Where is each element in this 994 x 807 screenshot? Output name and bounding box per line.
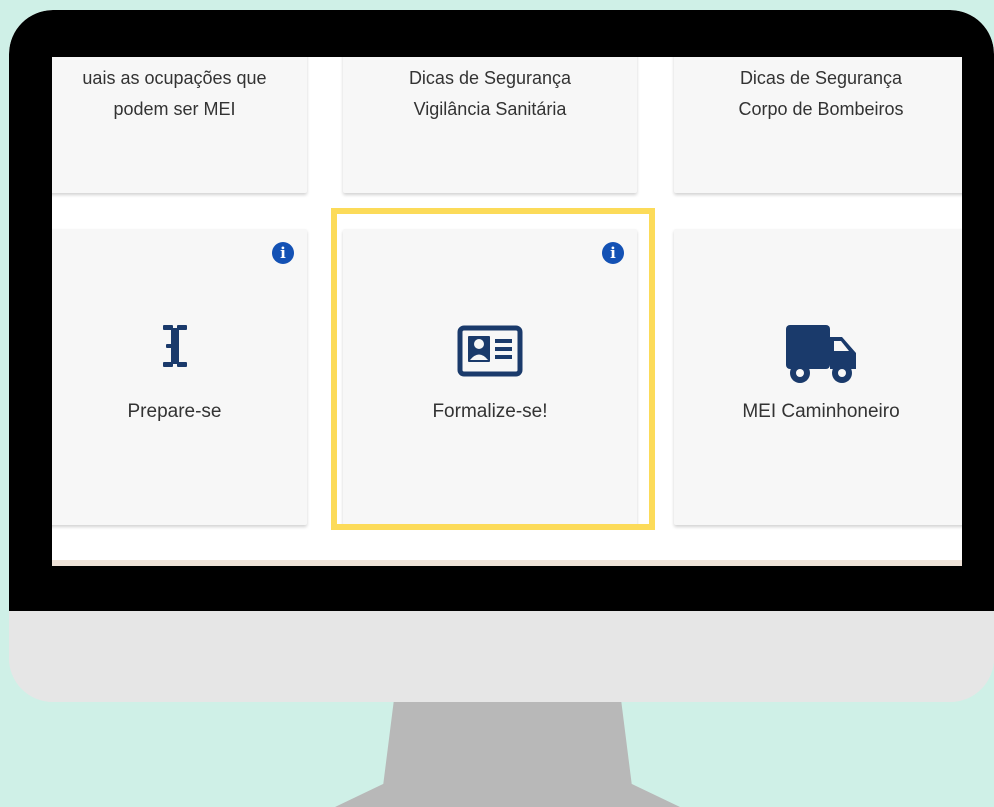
desktop-background: uais as ocupações que podem ser MEI Dica… (0, 0, 994, 807)
tools-icon (162, 325, 187, 367)
page-bottom-strip (52, 560, 962, 566)
card-corpo-de-bombeiros[interactable]: Dicas de Segurança Corpo de Bombeiros (674, 57, 962, 193)
highlight-box (331, 208, 655, 530)
truck-icon (786, 325, 856, 383)
card-label: MEI Caminhoneiro (742, 401, 900, 422)
card-label-line: podem ser MEI (113, 99, 236, 119)
card-label-line: Corpo de Bombeiros (738, 99, 904, 119)
card-label: Dicas de Segurança Vigilância Sanitária (343, 63, 637, 125)
card-vigilancia-sanitaria[interactable]: Dicas de Segurança Vigilância Sanitária (343, 57, 637, 193)
card-label-line: Dicas de Segurança (739, 68, 903, 88)
monitor-chin (9, 611, 994, 702)
monitor-stand (335, 702, 680, 807)
card-ocupacoes-mei[interactable]: uais as ocupações que podem ser MEI (52, 57, 307, 193)
card-label: Dicas de Segurança Corpo de Bombeiros (674, 63, 962, 125)
info-icon[interactable]: i (272, 242, 294, 264)
card-label: uais as ocupações que podem ser MEI (52, 63, 307, 125)
card-label-line: Dicas de Segurança (408, 68, 572, 88)
card-mei-caminhoneiro[interactable]: MEI Caminhoneiro (674, 229, 962, 525)
card-label: Prepare-se (127, 401, 222, 422)
card-prepare-se[interactable]: i Prepare-se (52, 229, 307, 525)
card-label-line: Vigilância Sanitária (413, 99, 567, 119)
card-label-line: uais as ocupações que (82, 68, 267, 88)
